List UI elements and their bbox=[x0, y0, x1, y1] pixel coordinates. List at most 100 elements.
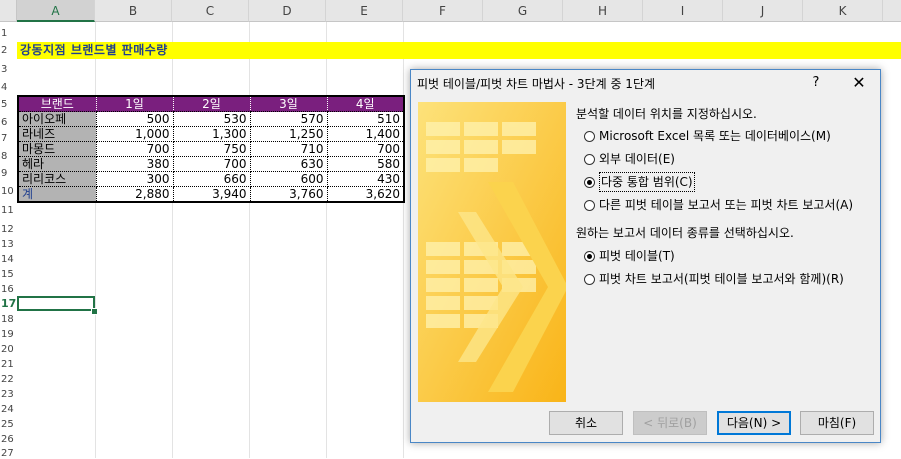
gridline bbox=[95, 22, 96, 458]
brand-cell[interactable]: 라네즈 bbox=[18, 126, 97, 142]
column-header-i[interactable]: I bbox=[643, 0, 723, 22]
option-multiple-ranges-label: 다중 통합 범위(C) bbox=[599, 172, 695, 192]
value-cell[interactable]: 660 bbox=[173, 171, 251, 187]
gridline bbox=[249, 22, 250, 458]
brand-cell[interactable]: 헤라 bbox=[18, 156, 97, 172]
row-header-16[interactable]: 16 bbox=[0, 284, 17, 295]
value-cell[interactable]: 430 bbox=[327, 171, 405, 187]
row-header-3[interactable]: 3 bbox=[0, 64, 17, 75]
row-header-19[interactable]: 19 bbox=[0, 329, 17, 340]
row-header-6[interactable]: 6 bbox=[0, 117, 17, 128]
value-cell[interactable]: 1,250 bbox=[250, 126, 328, 142]
radio-pivot-table[interactable] bbox=[584, 250, 595, 262]
total-value-cell[interactable]: 3,940 bbox=[173, 186, 251, 203]
total-value-cell[interactable]: 3,620 bbox=[327, 186, 405, 203]
value-cell[interactable]: 500 bbox=[96, 111, 174, 127]
column-header-j[interactable]: J bbox=[723, 0, 803, 22]
brand-cell[interactable]: 아이오페 bbox=[18, 111, 97, 127]
column-header-a[interactable]: A bbox=[17, 0, 95, 22]
column-header-k[interactable]: K bbox=[803, 0, 883, 22]
column-header-d[interactable]: D bbox=[249, 0, 326, 22]
row-header-15[interactable]: 15 bbox=[0, 269, 17, 280]
row-header-17[interactable]: 17 bbox=[0, 298, 17, 309]
value-cell[interactable]: 300 bbox=[96, 171, 174, 187]
row-header-1[interactable]: 1 bbox=[0, 28, 17, 39]
column-header-c[interactable]: C bbox=[172, 0, 249, 22]
value-cell[interactable]: 1,300 bbox=[173, 126, 251, 142]
sales-table: 브랜드 1일 2일 3일 4일 아이오페 500 530 570 510 라네즈… bbox=[17, 95, 405, 203]
sheet-title[interactable]: 강동지점 브랜드별 판매수량 bbox=[20, 42, 168, 59]
radio-excel-list[interactable] bbox=[584, 130, 595, 142]
option-excel-list[interactable]: Microsoft Excel 목록 또는 데이터베이스(M) bbox=[584, 127, 831, 145]
row-header-20[interactable]: 20 bbox=[0, 344, 17, 355]
row-header-21[interactable]: 21 bbox=[0, 359, 17, 370]
header-cell[interactable]: 2일 bbox=[173, 96, 251, 112]
brand-cell[interactable]: 마몽드 bbox=[18, 141, 97, 157]
close-button[interactable]: ✕ bbox=[845, 72, 873, 94]
fill-handle[interactable] bbox=[91, 308, 98, 315]
value-cell[interactable]: 710 bbox=[250, 141, 328, 157]
value-cell[interactable]: 700 bbox=[327, 141, 405, 157]
radio-other-pivot[interactable] bbox=[584, 199, 595, 211]
row-header-23[interactable]: 23 bbox=[0, 389, 17, 400]
row-header-18[interactable]: 18 bbox=[0, 314, 17, 325]
row-header-12[interactable]: 12 bbox=[0, 224, 17, 235]
next-button[interactable]: 다음(N) > bbox=[717, 411, 791, 435]
back-button[interactable]: < 뒤로(B) bbox=[633, 411, 707, 435]
value-cell[interactable]: 510 bbox=[327, 111, 405, 127]
value-cell[interactable]: 700 bbox=[173, 156, 251, 172]
header-cell[interactable]: 1일 bbox=[96, 96, 174, 112]
row-header-5[interactable]: 5 bbox=[0, 99, 17, 110]
row-header-26[interactable]: 26 bbox=[0, 434, 17, 445]
column-header-g[interactable]: G bbox=[483, 0, 563, 22]
finish-button[interactable]: 마침(F) bbox=[800, 411, 874, 435]
row-header-25[interactable]: 25 bbox=[0, 419, 17, 430]
value-cell[interactable]: 1,000 bbox=[96, 126, 174, 142]
option-multiple-ranges[interactable]: 다중 통합 범위(C) bbox=[584, 172, 695, 192]
header-cell[interactable]: 4일 bbox=[327, 96, 405, 112]
active-cell[interactable] bbox=[17, 296, 95, 311]
row-header-2[interactable]: 2 bbox=[0, 45, 17, 56]
column-header-e[interactable]: E bbox=[326, 0, 403, 22]
header-cell[interactable]: 3일 bbox=[250, 96, 328, 112]
value-cell[interactable]: 600 bbox=[250, 171, 328, 187]
radio-external-data[interactable] bbox=[584, 153, 595, 165]
value-cell[interactable]: 380 bbox=[96, 156, 174, 172]
row-header-10[interactable]: 10 bbox=[0, 186, 17, 197]
value-cell[interactable]: 630 bbox=[250, 156, 328, 172]
row-header-8[interactable]: 8 bbox=[0, 151, 17, 162]
radio-multiple-ranges[interactable] bbox=[584, 176, 595, 188]
cancel-button[interactable]: 취소 bbox=[549, 411, 623, 435]
radio-pivot-chart[interactable] bbox=[584, 273, 595, 285]
row-header-13[interactable]: 13 bbox=[0, 239, 17, 250]
header-cell[interactable]: 브랜드 bbox=[18, 96, 97, 112]
column-header-f[interactable]: F bbox=[403, 0, 483, 22]
help-button[interactable]: ? bbox=[806, 72, 826, 94]
value-cell[interactable]: 750 bbox=[173, 141, 251, 157]
value-cell[interactable]: 700 bbox=[96, 141, 174, 157]
value-cell[interactable]: 1,400 bbox=[327, 126, 405, 142]
select-all-corner[interactable] bbox=[0, 0, 17, 22]
brand-cell[interactable]: 리리코스 bbox=[18, 171, 97, 187]
total-value-cell[interactable]: 2,880 bbox=[96, 186, 174, 203]
row-header-27[interactable]: 27 bbox=[0, 448, 17, 459]
row-header-14[interactable]: 14 bbox=[0, 254, 17, 265]
row-header-9[interactable]: 9 bbox=[0, 168, 17, 179]
row-header-11[interactable]: 11 bbox=[0, 205, 17, 216]
value-cell[interactable]: 530 bbox=[173, 111, 251, 127]
option-pivot-table[interactable]: 피벗 테이블(T) bbox=[584, 247, 675, 265]
option-pivot-chart[interactable]: 피벗 차트 보고서(피벗 테이블 보고서와 함께)(R) bbox=[584, 270, 844, 288]
option-external-data[interactable]: 외부 데이터(E) bbox=[584, 150, 675, 168]
value-cell[interactable]: 570 bbox=[250, 111, 328, 127]
row-header-4[interactable]: 4 bbox=[0, 82, 17, 93]
row-header-22[interactable]: 22 bbox=[0, 374, 17, 385]
row-header-24[interactable]: 24 bbox=[0, 404, 17, 415]
total-label-cell[interactable]: 계 bbox=[18, 186, 97, 203]
column-header-b[interactable]: B bbox=[95, 0, 172, 22]
option-other-pivot-label: 다른 피벗 테이블 보고서 또는 피벗 차트 보고서(A) bbox=[599, 198, 854, 212]
value-cell[interactable]: 580 bbox=[327, 156, 405, 172]
option-other-pivot[interactable]: 다른 피벗 테이블 보고서 또는 피벗 차트 보고서(A) bbox=[584, 196, 853, 214]
column-header-h[interactable]: H bbox=[563, 0, 643, 22]
row-header-7[interactable]: 7 bbox=[0, 133, 17, 144]
total-value-cell[interactable]: 3,760 bbox=[250, 186, 328, 203]
